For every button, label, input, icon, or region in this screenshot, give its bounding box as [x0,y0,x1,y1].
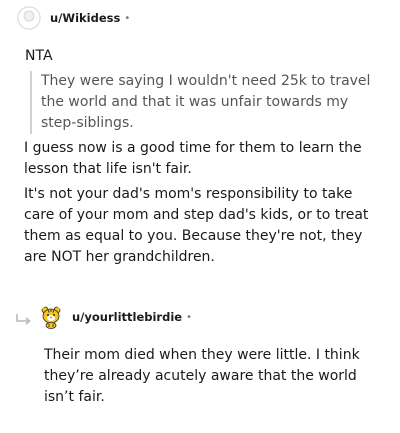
reply-thread-icon [15,312,33,331]
comment-paragraph: Their mom died when they were little. I … [44,347,360,405]
blockquote: They were saying I wouldn't need 25k to … [30,71,371,134]
comment-author-username[interactable]: u/Wikidess [50,11,120,25]
separator-dot: • [124,12,131,24]
avatar[interactable] [39,305,63,329]
quote-text: They were saying I wouldn't need 25k to … [41,73,371,131]
tiger-avatar-icon [39,305,63,329]
avatar[interactable] [17,6,41,30]
default-avatar-icon [17,6,41,30]
separator-dot: • [186,311,192,323]
comment-header: u/Wikidess • [17,6,130,30]
comment-author-username[interactable]: u/yourlittlebirdie [72,310,182,324]
comment-paragraph: NTA [25,48,53,64]
comment-paragraph: It's not your dad's mom's responsibility… [24,186,369,265]
comment-paragraph: I guess now is a good time for them to l… [24,140,362,177]
comment-header: u/yourlittlebirdie • [39,305,192,329]
